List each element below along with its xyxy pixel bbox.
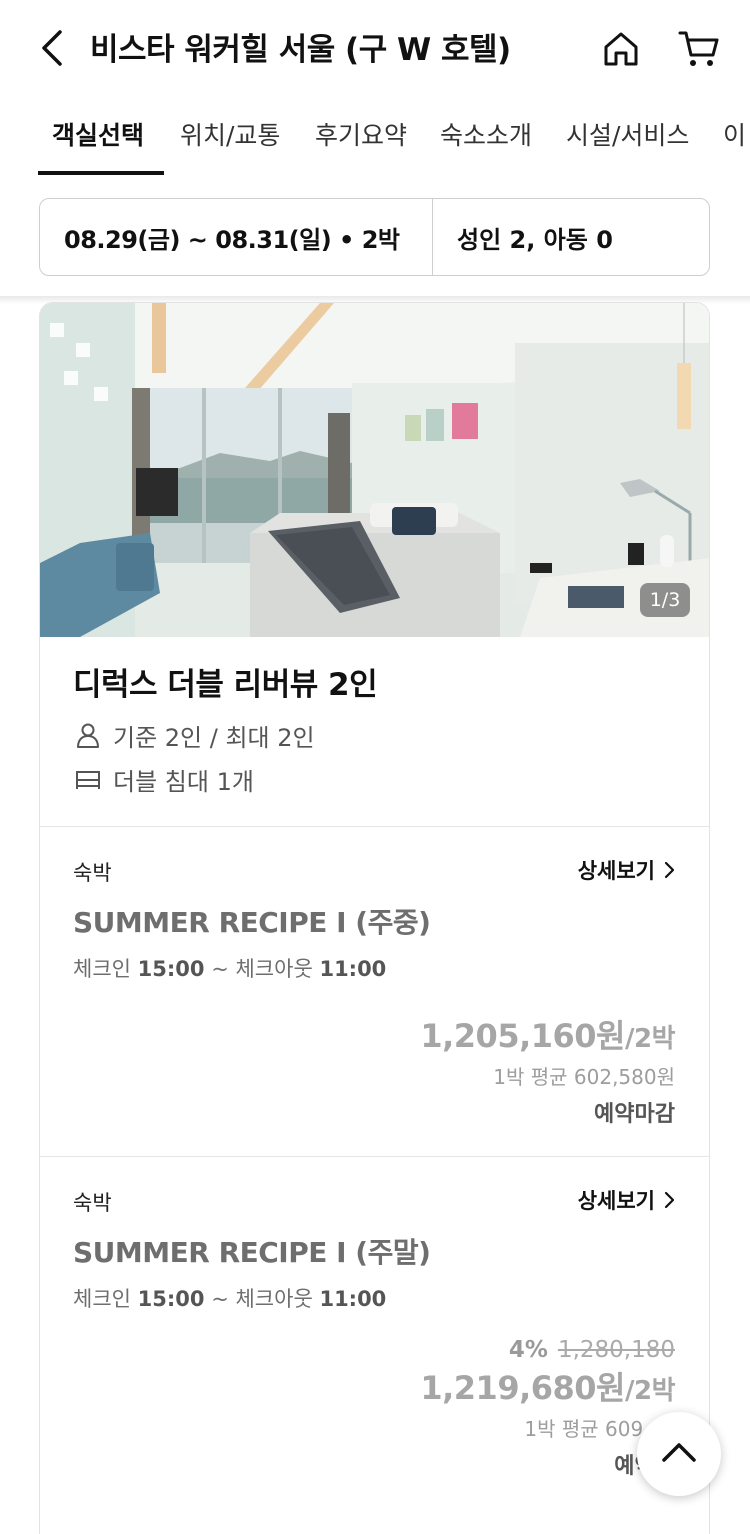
plan-detail-link[interactable]: 상세보기 — [578, 1185, 675, 1215]
checkin-time: 15:00 — [137, 957, 205, 981]
cart-button[interactable] — [674, 28, 724, 74]
bed-text: 더블 침대 1개 — [113, 767, 254, 796]
plan-detail-label: 상세보기 — [577, 1189, 655, 1213]
plan-checkin-checkout: 체크인 15:00 ~ 체크아웃 11:00 — [73, 1283, 386, 1313]
avg-price: 1박 평균 602,580원 — [493, 1065, 675, 1089]
checkout-label: 체크아웃 — [235, 957, 313, 981]
chevron-up-icon — [662, 1442, 696, 1466]
original-price: 1,280,180 — [557, 1337, 675, 1363]
plan-name: SUMMER RECIPE I (주말) — [73, 1236, 431, 1269]
checkout-time: 11:00 — [319, 1287, 387, 1311]
price-unit: /2박 — [624, 1024, 676, 1054]
person-icon — [73, 720, 103, 750]
checkout-time: 11:00 — [319, 957, 387, 981]
top-app-bar: 비스타 워커힐 서울 (구 W 호텔) — [0, 0, 750, 100]
tab-facilities[interactable]: 시설/서비스 — [566, 114, 689, 158]
photo-counter: 1/3 — [640, 583, 690, 617]
back-button[interactable] — [32, 28, 72, 72]
booking-status: 예약마감 — [594, 1102, 675, 1127]
tab-location[interactable]: 위치/교통 — [180, 114, 280, 158]
checkout-label: 체크아웃 — [235, 1287, 313, 1311]
active-tab-indicator — [38, 171, 164, 175]
discount-percent: 4% — [508, 1337, 548, 1363]
chevron-right-icon — [663, 1191, 675, 1209]
chevron-left-icon — [40, 29, 64, 71]
room-photo[interactable]: 1/3 — [40, 303, 709, 637]
plan-detail-link[interactable]: 상세보기 — [578, 855, 675, 885]
avg-price: 1박 평균 609,84 — [524, 1417, 675, 1441]
tab-more[interactable]: 이 — [723, 114, 746, 158]
home-icon — [601, 29, 641, 73]
plan-type: 숙박 — [73, 1191, 112, 1215]
checkin-time: 15:00 — [137, 1287, 205, 1311]
room-capacity: 기준 2인 / 최대 2인 — [73, 719, 315, 752]
tab-review-summary[interactable]: 후기요약 — [315, 114, 407, 158]
date-range-selector[interactable]: 08.29(금) ~ 08.31(일) • 2박 — [40, 199, 433, 275]
checkin-label: 체크인 — [73, 957, 131, 981]
checkin-label: 체크인 — [73, 1287, 131, 1311]
rate-plan: 숙박 상세보기 SUMMER RECIPE I (주중) 체크인 15:00 ~… — [40, 827, 709, 1157]
tab-property-intro[interactable]: 숙소소개 — [440, 114, 532, 158]
room-card: 1/3 디럭스 더블 리버뷰 2인 기준 2인 / 최대 2인 더블 침대 1개… — [39, 302, 710, 1534]
tab-room-select[interactable]: 객실선택 — [52, 114, 144, 158]
total-price: 1,219,680원/2박 — [420, 1363, 675, 1409]
plan-checkin-checkout: 체크인 15:00 ~ 체크아웃 11:00 — [73, 953, 386, 983]
price-unit: /2박 — [624, 1376, 676, 1406]
home-button[interactable] — [598, 28, 644, 74]
plan-detail-label: 상세보기 — [577, 859, 655, 883]
total-price: 1,205,160원/2박 — [420, 1011, 675, 1057]
cart-icon — [677, 28, 721, 74]
section-tabs: 객실선택 위치/교통 후기요약 숙소소개 시설/서비스 이 — [0, 100, 750, 178]
page-title: 비스타 워커힐 서울 (구 W 호텔) — [90, 32, 511, 68]
price-amount: 1,219,680원 — [420, 1369, 625, 1407]
scroll-to-top-button[interactable] — [637, 1412, 721, 1496]
price-amount: 1,205,160원 — [420, 1017, 625, 1055]
room-bed: 더블 침대 1개 — [73, 763, 254, 796]
chevron-right-icon — [663, 861, 675, 879]
guest-selector[interactable]: 성인 2, 아동 0 — [433, 199, 709, 275]
time-separator: ~ — [211, 1287, 236, 1311]
room-summary: 디럭스 더블 리버뷰 2인 기준 2인 / 최대 2인 더블 침대 1개 — [40, 637, 709, 827]
rate-plan: 숙박 상세보기 SUMMER RECIPE I (주말) 체크인 15:00 ~… — [40, 1157, 709, 1534]
booking-selector: 08.29(금) ~ 08.31(일) • 2박 성인 2, 아동 0 — [39, 198, 710, 276]
time-separator: ~ — [211, 957, 236, 981]
plan-type: 숙박 — [73, 861, 112, 885]
discount-info: 4% 1,280,180 — [420, 1337, 675, 1363]
plan-name: SUMMER RECIPE I (주중) — [73, 906, 431, 939]
room-name: 디럭스 더블 리버뷰 2인 — [73, 667, 378, 703]
bed-icon — [73, 764, 103, 794]
price-block: 1,205,160원/2박 1박 평균 602,580원 예약마감 — [420, 1011, 675, 1128]
capacity-text: 기준 2인 / 최대 2인 — [113, 723, 315, 752]
